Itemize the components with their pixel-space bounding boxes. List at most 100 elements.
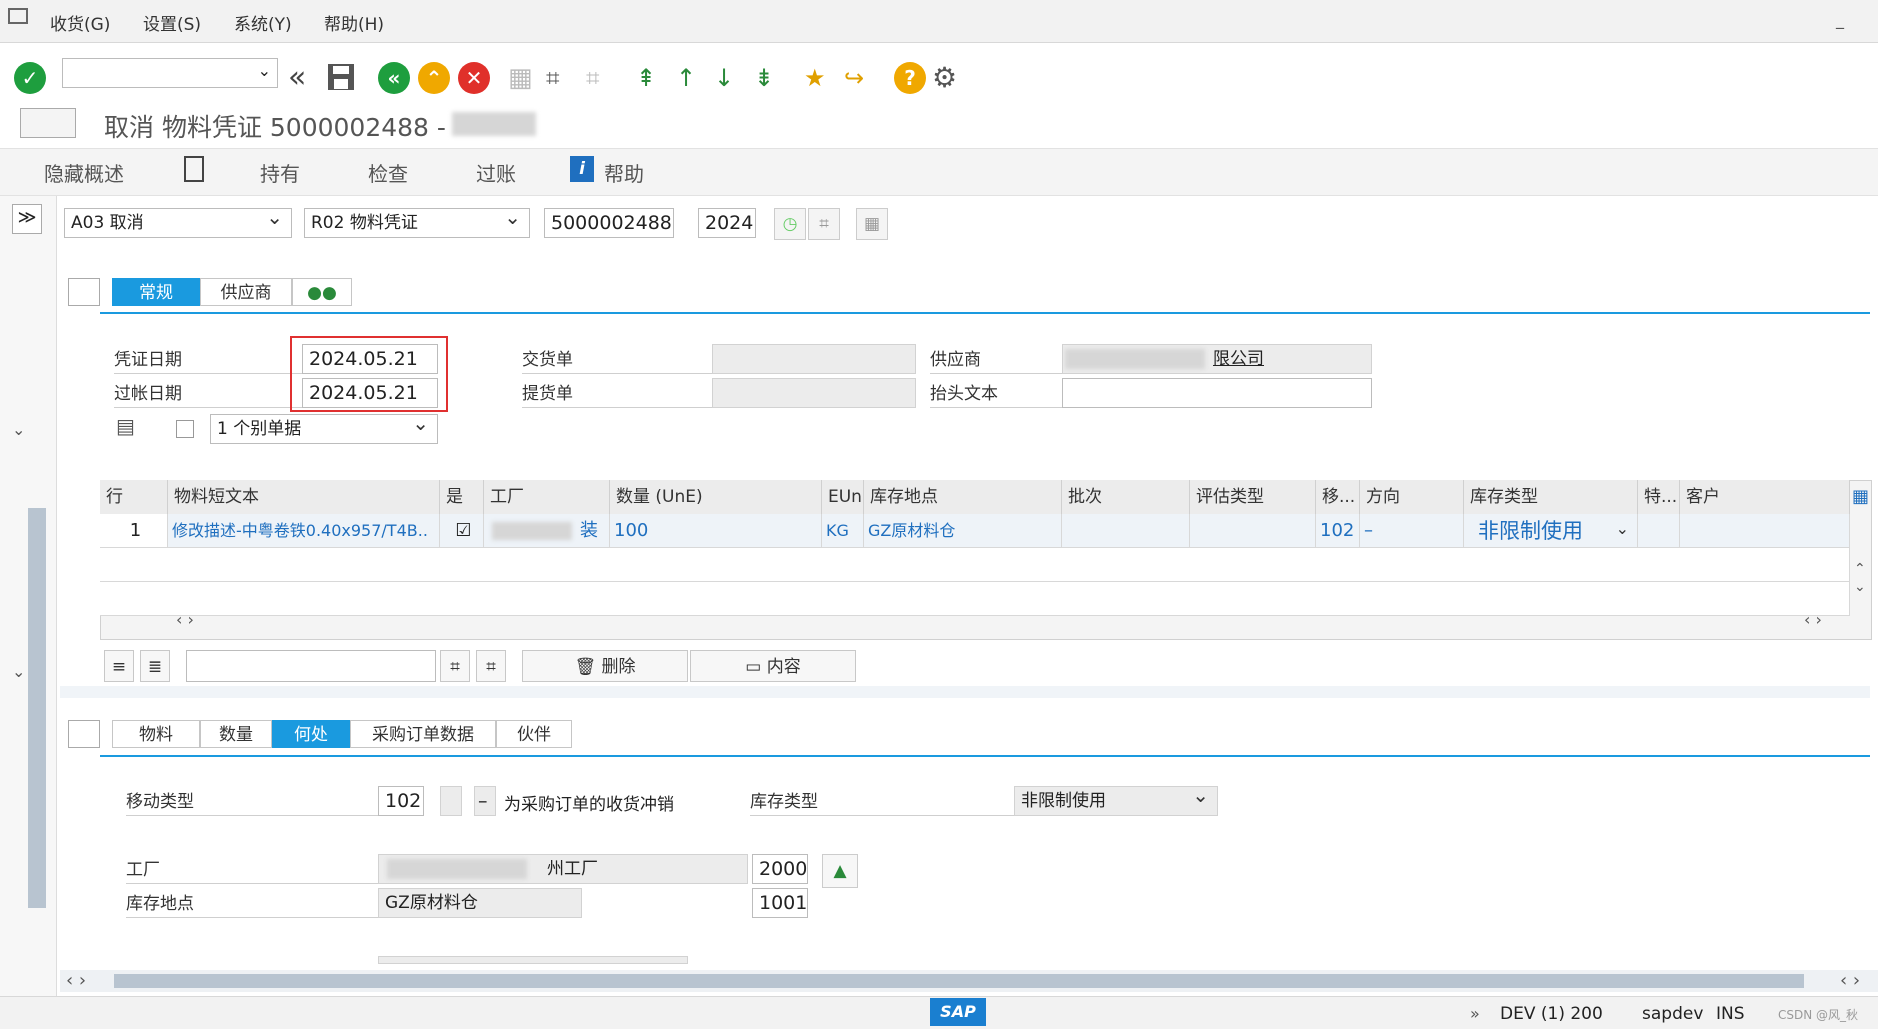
grid-find-icon[interactable]: ⌗ bbox=[440, 650, 470, 682]
post-button[interactable]: 过账 bbox=[476, 158, 516, 187]
vendor-field[interactable]: 限公司 bbox=[1062, 344, 1372, 374]
grid-search-input[interactable] bbox=[186, 650, 436, 682]
cell-material-text[interactable]: 修改描述-中粤卷铁0.40x957/T4B.. bbox=[168, 514, 440, 548]
movement-indicator-field[interactable]: – bbox=[474, 786, 496, 816]
col-stock-type[interactable]: 库存类型 bbox=[1464, 480, 1638, 514]
bill-of-lading-field[interactable] bbox=[712, 378, 916, 408]
settings-gear-icon[interactable]: ⚙ bbox=[932, 62, 964, 94]
find-next-icon[interactable]: ⌗ bbox=[586, 62, 618, 94]
help-button[interactable]: 帮助 bbox=[604, 158, 644, 187]
screen-menu-icon[interactable] bbox=[20, 108, 76, 138]
stock-type-select[interactable]: 非限制使用 bbox=[1014, 786, 1218, 816]
col-line[interactable]: 行 bbox=[100, 480, 168, 514]
column-settings-icon[interactable]: ▦ bbox=[1852, 486, 1869, 507]
collapse-icon[interactable]: « bbox=[288, 62, 320, 94]
cell-customer[interactable] bbox=[1680, 514, 1850, 548]
col-special[interactable]: 特... bbox=[1638, 480, 1680, 514]
doc-number-field[interactable]: 5000002488 bbox=[544, 208, 674, 238]
tab-vendor[interactable]: 供应商 bbox=[200, 278, 292, 306]
delivery-note-field[interactable] bbox=[712, 344, 916, 374]
grid-scroll-left-icon[interactable]: ‹ › bbox=[176, 610, 194, 629]
header-text-field[interactable] bbox=[1062, 378, 1372, 408]
command-field[interactable]: ⌄ bbox=[62, 58, 278, 88]
cell-movement[interactable]: 102 bbox=[1316, 514, 1360, 548]
plant-name-field[interactable]: 州工厂 bbox=[378, 854, 748, 884]
menu-settings[interactable]: 设置(S) bbox=[143, 10, 201, 35]
plant-map-icon[interactable]: ▲ bbox=[822, 854, 858, 888]
help-icon[interactable]: ? bbox=[894, 62, 926, 94]
hide-overview-button[interactable]: 隐藏概述 bbox=[44, 158, 124, 187]
cell-line[interactable]: 1 bbox=[100, 514, 168, 548]
cell-valuation[interactable] bbox=[1190, 514, 1316, 548]
scroll-left-icon[interactable]: ‹ › bbox=[66, 970, 86, 991]
cell-storage[interactable]: GZ原材料仓 bbox=[864, 514, 1062, 548]
col-customer[interactable]: 客户 bbox=[1680, 480, 1850, 514]
hold-button[interactable]: 持有 bbox=[260, 158, 300, 187]
cell-direction[interactable]: – bbox=[1360, 514, 1464, 548]
info-icon[interactable]: i bbox=[570, 156, 594, 182]
col-batch[interactable]: 批次 bbox=[1062, 480, 1190, 514]
col-ok[interactable]: 是 bbox=[440, 480, 484, 514]
delete-button[interactable]: 🗑 删除 bbox=[522, 650, 688, 682]
cell-batch[interactable] bbox=[1062, 514, 1190, 548]
storage-name-field[interactable]: GZ原材料仓 bbox=[378, 888, 582, 918]
shortcut-icon[interactable]: ↪ bbox=[844, 62, 876, 94]
expand-icon[interactable]: ≫ bbox=[12, 204, 42, 234]
tab-partners-icon[interactable]: ●● bbox=[292, 278, 352, 306]
cancel-icon[interactable]: ✕ bbox=[458, 62, 490, 94]
collapse-section-icon-2[interactable]: ⌄ bbox=[12, 662, 25, 681]
cell-stock-type[interactable]: 非限制使用 ⌄ bbox=[1464, 514, 1638, 548]
menu-help[interactable]: 帮助(H) bbox=[324, 10, 384, 35]
collapse-section-icon[interactable]: ⌄ bbox=[12, 420, 25, 439]
col-direction[interactable]: 方向 bbox=[1360, 480, 1464, 514]
horizontal-scrollbar[interactable]: ‹ › ‹ › bbox=[60, 970, 1878, 992]
grid-hscroll-right-icon[interactable]: ‹ › bbox=[1804, 610, 1822, 629]
cell-unit[interactable]: KG bbox=[822, 514, 864, 548]
tab-where[interactable]: 何处 bbox=[272, 720, 350, 748]
col-unit[interactable]: EUn bbox=[822, 480, 864, 514]
new-session-icon[interactable]: ★ bbox=[804, 62, 836, 94]
last-page-icon[interactable]: ⇟ bbox=[754, 62, 786, 94]
check-button[interactable]: 检查 bbox=[368, 158, 408, 187]
print-option-select[interactable]: 1 个别单据 bbox=[210, 414, 438, 444]
filter-icon[interactable]: ≣ bbox=[140, 650, 170, 682]
print-checkbox[interactable] bbox=[176, 420, 194, 438]
plant-code-field[interactable]: 2000 bbox=[752, 854, 808, 884]
col-qty[interactable]: 数量 (UnE) bbox=[610, 480, 822, 514]
col-plant[interactable]: 工厂 bbox=[484, 480, 610, 514]
cell-special[interactable] bbox=[1638, 514, 1680, 548]
scroll-thumb[interactable] bbox=[114, 974, 1804, 988]
minimize-icon[interactable]: _ bbox=[1836, 10, 1844, 29]
align-top-icon[interactable]: ≡ bbox=[104, 650, 134, 682]
cell-plant[interactable]: 装 bbox=[484, 514, 610, 548]
reference-select[interactable]: R02 物料凭证 bbox=[304, 208, 530, 238]
grid-find-next-icon[interactable]: ⌗ bbox=[476, 650, 506, 682]
content-button[interactable]: ▭ 内容 bbox=[690, 650, 856, 682]
detail-panel-icon[interactable] bbox=[68, 720, 100, 748]
tab-quantity[interactable]: 数量 bbox=[200, 720, 272, 748]
cell-qty[interactable]: 100 bbox=[610, 514, 822, 548]
enter-icon[interactable]: ✓ bbox=[14, 62, 46, 94]
back-icon[interactable]: « bbox=[378, 62, 410, 94]
exit-icon[interactable]: ⌃ bbox=[418, 62, 450, 94]
menu-icon[interactable] bbox=[8, 8, 28, 24]
left-scrollbar[interactable] bbox=[28, 508, 46, 908]
find-icon[interactable]: ⌗ bbox=[546, 62, 578, 94]
calculator-icon[interactable]: ▦ bbox=[856, 208, 888, 240]
first-page-icon[interactable]: ⇞ bbox=[636, 62, 668, 94]
system-info[interactable]: DEV (1) 200 bbox=[1500, 1004, 1603, 1024]
tab-po-data[interactable]: 采购订单数据 bbox=[350, 720, 496, 748]
menu-system[interactable]: 系统(Y) bbox=[234, 10, 292, 35]
col-valuation[interactable]: 评估类型 bbox=[1190, 480, 1316, 514]
col-storage[interactable]: 库存地点 bbox=[864, 480, 1062, 514]
next-page-icon[interactable]: ↓ bbox=[714, 62, 746, 94]
col-movement[interactable]: 移... bbox=[1316, 480, 1360, 514]
binoculars-icon[interactable]: ⌗ bbox=[808, 208, 840, 240]
tab-general[interactable]: 常规 bbox=[112, 278, 200, 306]
movement-special-field[interactable] bbox=[440, 786, 462, 816]
tab-partner[interactable]: 伙伴 bbox=[496, 720, 572, 748]
tab-material[interactable]: 物料 bbox=[112, 720, 200, 748]
print-icon[interactable]: ▦ bbox=[508, 62, 540, 94]
scroll-right-icon[interactable]: ‹ › bbox=[1840, 970, 1860, 991]
printer-icon[interactable]: ▤ bbox=[116, 414, 135, 438]
